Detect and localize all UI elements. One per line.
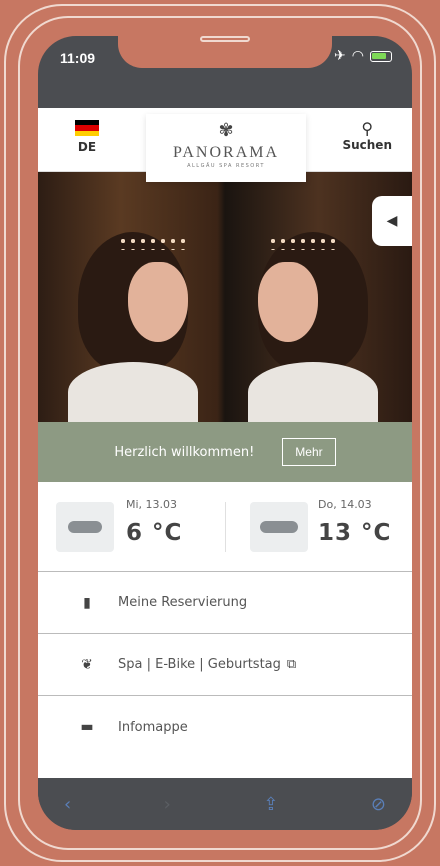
weather-temperature: 13 °C [318, 520, 392, 546]
search-icon: ⚲ [361, 119, 374, 138]
menu-item-spa[interactable]: ❦ Spa | E-Bike | Geburtstag ⧉ [38, 634, 412, 696]
airplane-icon: ✈ [334, 48, 346, 64]
menu-item-infomappe[interactable]: ▬ Infomappe [38, 696, 412, 758]
browser-toolbar: ‹ › ⇪ ⊘ [38, 778, 412, 830]
wifi-icon: ◠ [351, 48, 364, 64]
logo[interactable]: ✾ PANORAMA ALLGÄU SPA RESORT [146, 114, 306, 182]
bride-figure-left [58, 192, 208, 422]
welcome-text: Herzlich willkommen! [114, 444, 255, 460]
phone-screen: 11:09 ✈ ◠ DE ✾ PANORAMA ALLGÄU SPA RESOR… [38, 36, 412, 830]
status-time: 11:09 [60, 50, 96, 66]
site-header: DE ✾ PANORAMA ALLGÄU SPA RESORT ⚲ Suchen [38, 108, 412, 182]
menu-item-reservation[interactable]: ▮ Meine Reservierung [38, 572, 412, 634]
search-label: Suchen [342, 138, 392, 152]
notch [118, 36, 332, 68]
bride-figure-right [238, 192, 388, 422]
more-button[interactable]: Mehr [282, 438, 336, 466]
battery-icon [370, 50, 392, 62]
menu-item-label: Spa | E-Bike | Geburtstag [118, 657, 281, 672]
weather-temperature: 6 °C [126, 520, 183, 546]
divider [225, 502, 226, 552]
weather-day: Mi, 13.03 6 °C [56, 498, 216, 558]
book-icon: ▬ [80, 719, 94, 735]
logo-subtitle: ALLGÄU SPA RESORT [187, 163, 265, 169]
logo-knot-icon: ✾ [218, 120, 234, 141]
weather-date: Mi, 13.03 [126, 498, 178, 511]
german-flag-icon [75, 120, 99, 136]
luggage-icon: ▮ [83, 594, 91, 611]
lotus-icon: ❦ [81, 656, 93, 673]
cloud-icon [250, 502, 308, 552]
side-panel-toggle[interactable]: ◀ [372, 196, 412, 246]
weather-day: Do, 14.03 13 °C [250, 498, 410, 558]
logo-name: PANORAMA [172, 144, 280, 161]
language-switch[interactable]: DE [72, 120, 102, 154]
main-menu: ▮ Meine Reservierung ❦ Spa | E-Bike | Ge… [38, 572, 412, 778]
menu-item-label: Meine Reservierung [118, 595, 248, 610]
weather-widget: Mi, 13.03 6 °C Do, 14.03 13 °C [38, 482, 412, 572]
compass-icon[interactable]: ⊘ [371, 794, 386, 815]
menu-item-label: Infomappe [118, 719, 188, 735]
search-button[interactable]: ⚲ Suchen [342, 119, 392, 153]
caret-left-icon: ◀ [386, 213, 398, 229]
share-icon[interactable]: ⇪ [263, 794, 278, 815]
forward-icon[interactable]: › [164, 794, 171, 815]
speaker-grille [200, 36, 250, 42]
back-icon[interactable]: ‹ [64, 794, 71, 815]
external-link-icon: ⧉ [286, 657, 297, 672]
cloud-rain-icon [56, 502, 114, 552]
welcome-bar: Herzlich willkommen! Mehr [38, 422, 412, 482]
language-label: DE [77, 140, 97, 154]
weather-date: Do, 14.03 [318, 498, 372, 511]
status-icons: ✈ ◠ [334, 48, 392, 64]
hero-image: ◀ [38, 172, 412, 422]
